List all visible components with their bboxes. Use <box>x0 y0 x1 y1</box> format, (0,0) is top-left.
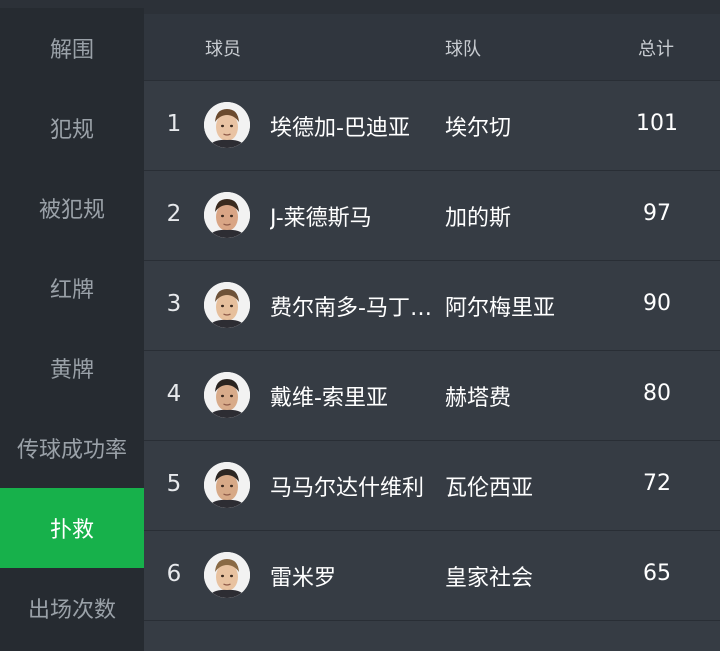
sidebar-item-pass-accuracy[interactable]: 传球成功率 <box>0 408 144 488</box>
table-row[interactable]: 1 埃德加-巴迪亚 埃尔切 101 <box>144 80 720 170</box>
total-value: 72 <box>643 471 671 496</box>
table-row[interactable]: 6 雷米罗 皇家社会 65 <box>144 530 720 620</box>
rank-number: 3 <box>166 291 182 317</box>
player-name[interactable]: 雷米罗 <box>270 560 442 592</box>
total-value: 101 <box>636 111 678 136</box>
player-avatar[interactable] <box>204 462 250 508</box>
total-value: 97 <box>643 201 671 226</box>
leaderboard-table: 球员 球队 总计 1 埃德加-巴迪亚 埃尔切 101 2 J-莱德斯马 加的斯 97 3 费尔南多… <box>144 14 720 651</box>
sidebar-item-fouls[interactable]: 犯规 <box>0 88 144 168</box>
table-row-partial <box>144 620 720 651</box>
table-row[interactable]: 5 马马尔达什维利 瓦伦西亚 72 <box>144 440 720 530</box>
sidebar-item-saves[interactable]: 扑救 <box>0 488 144 568</box>
total-value: 90 <box>643 291 671 316</box>
player-avatar[interactable] <box>204 192 250 238</box>
player-name[interactable]: J-莱德斯马 <box>270 200 442 232</box>
sidebar-item-red-cards[interactable]: 红牌 <box>0 248 144 328</box>
player-face-icon <box>204 282 250 328</box>
team-name[interactable]: 赫塔费 <box>445 380 511 412</box>
rank-number: 2 <box>166 201 182 227</box>
total-value: 65 <box>643 561 671 586</box>
team-name[interactable]: 埃尔切 <box>445 110 511 142</box>
total-value: 80 <box>643 381 671 406</box>
rank-number: 4 <box>166 381 182 407</box>
player-name[interactable]: 费尔南多-马丁内斯 <box>270 290 442 322</box>
table-body: 1 埃德加-巴迪亚 埃尔切 101 2 J-莱德斯马 加的斯 97 3 费尔南多-马丁内斯 阿尔梅里… <box>144 80 720 620</box>
player-face-icon <box>204 102 250 148</box>
sidebar-item-fouled[interactable]: 被犯规 <box>0 168 144 248</box>
table-header: 球员 球队 总计 <box>144 14 720 80</box>
player-avatar[interactable] <box>204 102 250 148</box>
team-name[interactable]: 加的斯 <box>445 200 511 232</box>
team-name[interactable]: 阿尔梅里亚 <box>445 290 555 322</box>
table-row[interactable]: 2 J-莱德斯马 加的斯 97 <box>144 170 720 260</box>
column-header-team: 球队 <box>445 39 481 60</box>
sidebar-item-yellow-cards[interactable]: 黄牌 <box>0 328 144 408</box>
player-face-icon <box>204 552 250 598</box>
player-avatar[interactable] <box>204 372 250 418</box>
sidebar-item-appearances[interactable]: 出场次数 <box>0 568 144 648</box>
column-header-total: 总计 <box>638 39 674 60</box>
player-name[interactable]: 埃德加-巴迪亚 <box>270 110 442 142</box>
player-avatar[interactable] <box>204 552 250 598</box>
player-face-icon <box>204 372 250 418</box>
sidebar-item-clearances[interactable]: 解围 <box>0 8 144 88</box>
player-face-icon <box>204 192 250 238</box>
player-name[interactable]: 马马尔达什维利 <box>270 470 442 502</box>
player-face-icon <box>204 462 250 508</box>
player-name[interactable]: 戴维-索里亚 <box>270 380 442 412</box>
team-name[interactable]: 瓦伦西亚 <box>445 470 533 502</box>
rank-number: 6 <box>166 561 182 587</box>
player-avatar[interactable] <box>204 282 250 328</box>
table-row[interactable]: 3 费尔南多-马丁内斯 阿尔梅里亚 90 <box>144 260 720 350</box>
rank-number: 1 <box>166 111 182 137</box>
table-row[interactable]: 4 戴维-索里亚 赫塔费 80 <box>144 350 720 440</box>
column-header-player: 球员 <box>205 39 241 60</box>
stat-category-sidebar: 解围 犯规 被犯规 红牌 黄牌 传球成功率 扑救 出场次数 <box>0 8 144 634</box>
rank-number: 5 <box>166 471 182 497</box>
team-name[interactable]: 皇家社会 <box>445 560 533 592</box>
